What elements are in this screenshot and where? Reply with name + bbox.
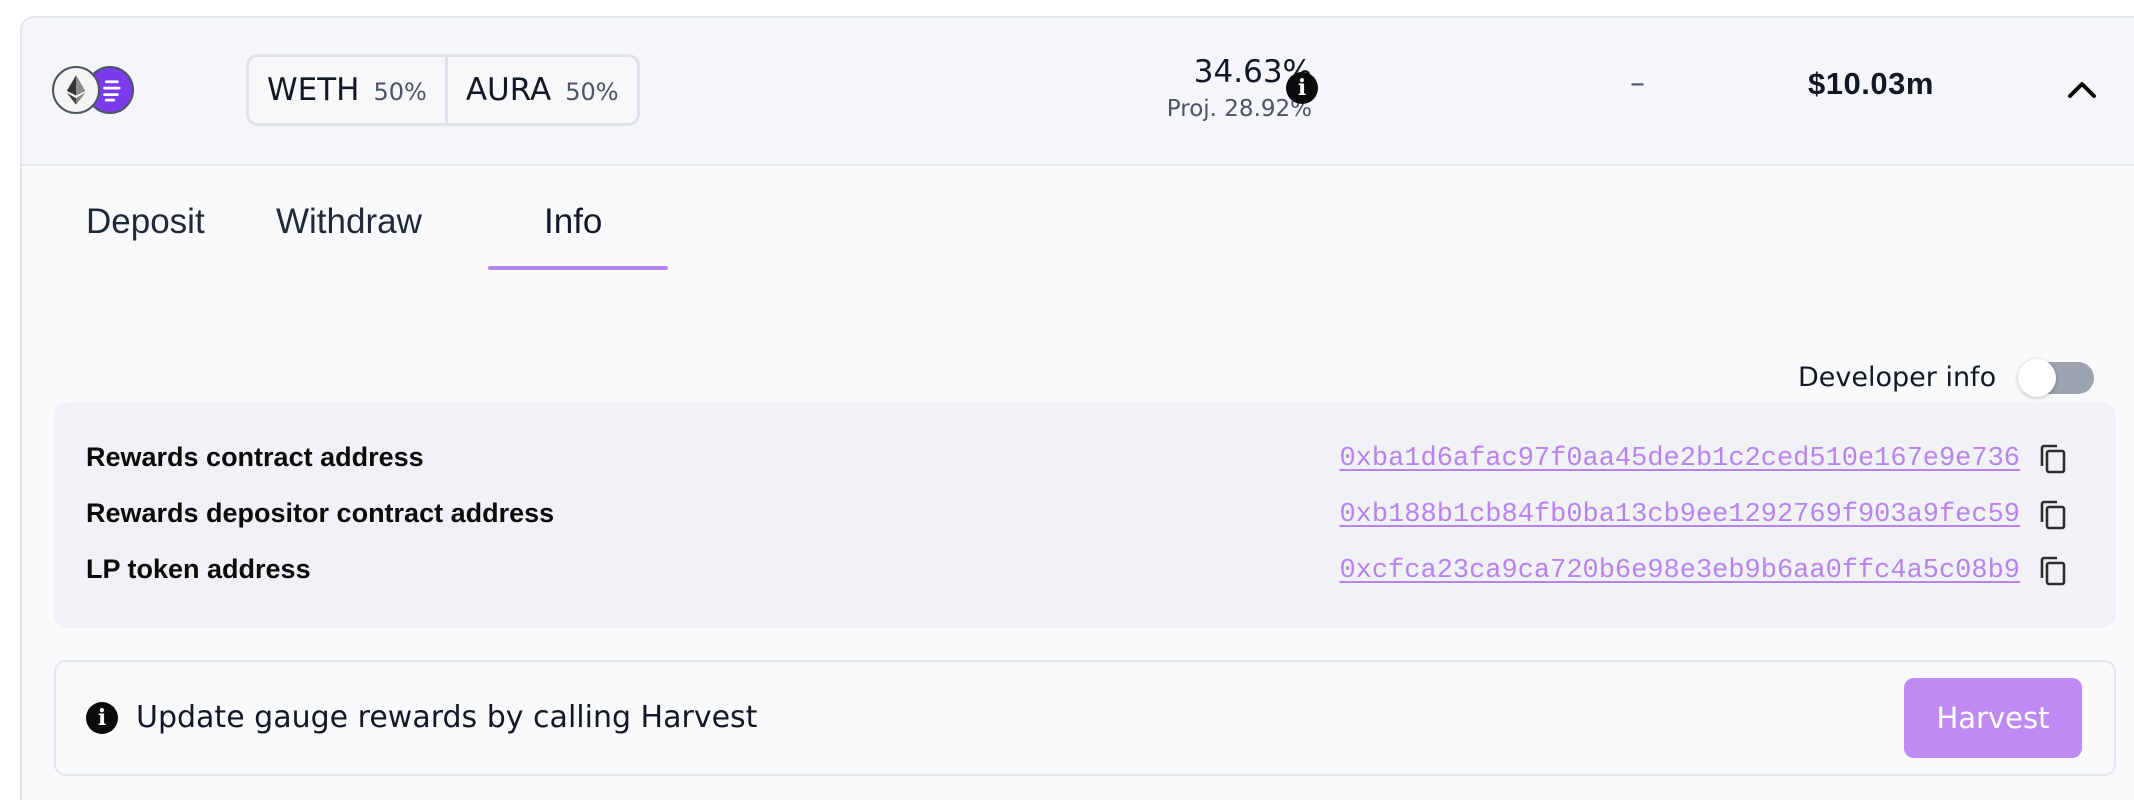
toggle-knob [2018, 359, 2056, 397]
info-icon: i [86, 702, 118, 734]
token-chip-weth: WETH 50% [249, 57, 445, 123]
copy-icon[interactable] [2038, 498, 2068, 532]
developer-info-toggle[interactable] [2018, 359, 2094, 397]
address-row: Rewards depositor contract address 0xb18… [54, 490, 2116, 540]
copy-icon[interactable] [2038, 442, 2068, 476]
contract-addresses-panel: Rewards contract address 0xba1d6afac97f0… [54, 402, 2116, 628]
token-symbol: WETH [267, 72, 360, 108]
pool-card: WETH 50% AURA 50% 34.63% Proj. 28.92% i … [20, 16, 2134, 800]
address-link[interactable]: 0xcfca23ca9ca720b6e98e3eb9b6aa0ffc4a5c08… [1339, 556, 2020, 586]
token-weight: 50% [565, 78, 619, 106]
pool-header-row[interactable]: WETH 50% AURA 50% 34.63% Proj. 28.92% i … [22, 18, 2134, 166]
tab-info[interactable]: Info [544, 190, 602, 270]
token-chip-aura: AURA 50% [444, 57, 637, 123]
tab-deposit[interactable]: Deposit [86, 190, 205, 270]
tab-withdraw[interactable]: Withdraw [276, 190, 422, 270]
address-row: LP token address 0xcfca23ca9ca720b6e98e3… [54, 546, 2116, 596]
pool-token-weights: WETH 50% AURA 50% [246, 54, 640, 126]
address-label: Rewards depositor contract address [86, 498, 555, 528]
apr-projected: Proj. 28.92% [1166, 96, 1312, 122]
ethereum-logo-icon [52, 66, 100, 114]
apr-block: 34.63% Proj. 28.92% [1062, 52, 1312, 126]
address-link[interactable]: 0xb188b1cb84fb0ba13cb9ee1292769f903a9fec… [1339, 500, 2020, 530]
address-link[interactable]: 0xba1d6afac97f0aa45de2b1c2ced510e167e9e7… [1339, 444, 2020, 474]
developer-info-label: Developer info [1798, 362, 1997, 393]
info-icon[interactable]: i [1286, 72, 1318, 104]
token-symbol: AURA [465, 72, 552, 108]
address-row: Rewards contract address 0xba1d6afac97f0… [54, 434, 2116, 484]
harvest-notice: i Update gauge rewards by calling Harves… [54, 660, 2116, 776]
pool-token-logos [52, 66, 134, 116]
notice-text: Update gauge rewards by calling Harvest [136, 700, 758, 735]
copy-icon[interactable] [2038, 554, 2068, 588]
token-weight: 50% [373, 78, 427, 106]
apr-value: 34.63% [1193, 54, 1312, 90]
my-deposit-value: – [1630, 66, 1645, 101]
harvest-button[interactable]: Harvest [1904, 678, 2082, 758]
active-tab-indicator [488, 266, 668, 270]
address-label: Rewards contract address [86, 442, 424, 472]
chevron-up-icon[interactable] [2062, 76, 2102, 104]
address-label: LP token address [86, 554, 311, 584]
tvl-value: $10.03m [1808, 66, 1934, 101]
